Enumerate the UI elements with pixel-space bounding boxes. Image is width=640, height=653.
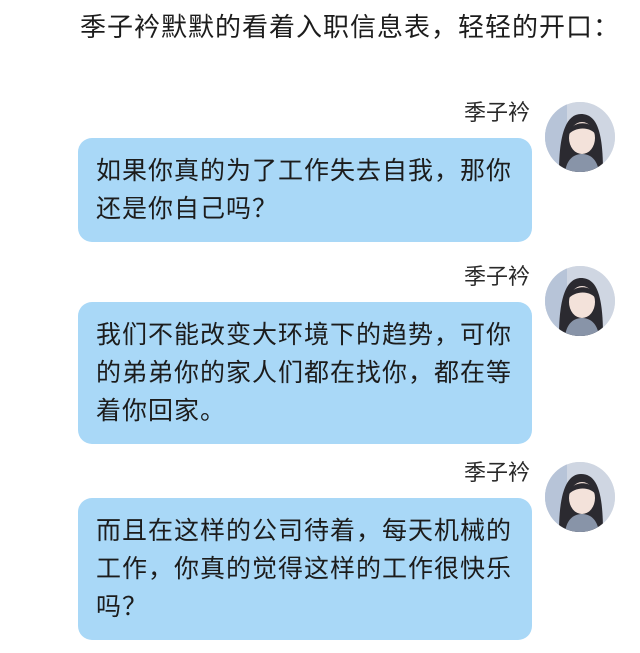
message-bubble[interactable]: 如果你真的为了工作失去自我，那你还是你自己吗？ <box>78 138 532 242</box>
avatar[interactable] <box>545 462 615 532</box>
message-bubble[interactable]: 而且在这样的公司待着，每天机械的工作，你真的觉得这样的工作很快乐吗？ <box>78 498 532 640</box>
profile-photo-avatar-icon <box>545 266 615 336</box>
avatar[interactable] <box>545 102 615 172</box>
sender-name: 季子衿 <box>463 461 530 486</box>
message-bubble[interactable]: 我们不能改变大环境下的趋势，可你的弟弟你的家人们都在找你，都在等着你回家。 <box>78 302 532 444</box>
profile-photo-avatar-icon <box>545 462 615 532</box>
sender-name: 季子衿 <box>463 265 530 290</box>
profile-photo-avatar-icon <box>545 102 615 172</box>
avatar[interactable] <box>545 266 615 336</box>
sender-name: 季子衿 <box>463 101 530 126</box>
narration-text: 季子衿默默的看着入职信息表，轻轻的开口： <box>80 13 621 43</box>
